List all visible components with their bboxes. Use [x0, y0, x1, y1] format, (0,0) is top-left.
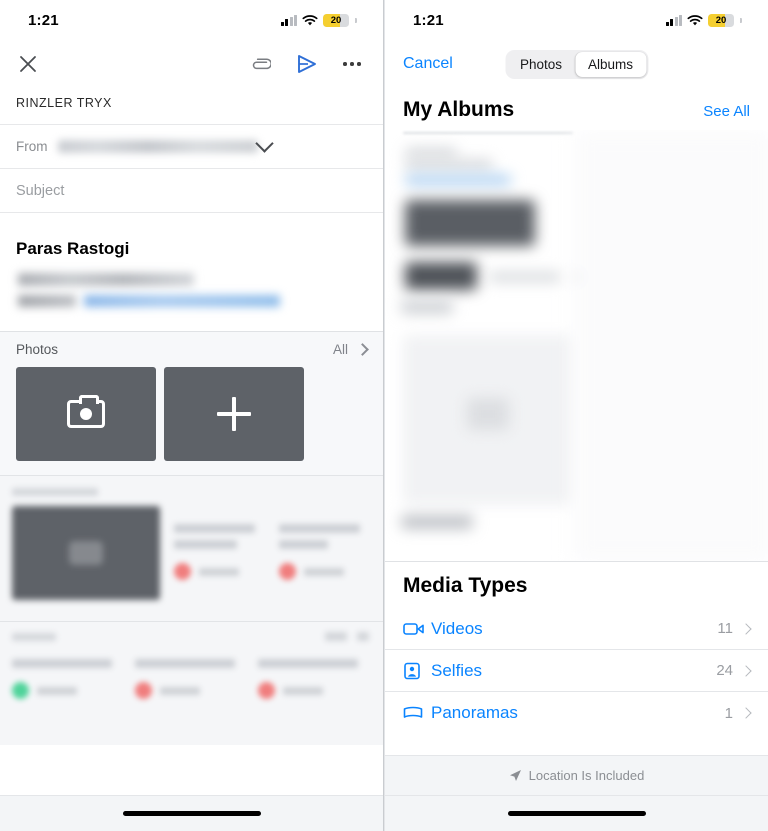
cancel-button[interactable]: Cancel [403, 55, 453, 73]
photos-strip-header: Photos All [16, 342, 369, 357]
media-row-videos[interactable]: Videos 11 [385, 608, 768, 650]
dual-screenshot-container: 1:21 20 RINZLER TRYX From Subject Paras … [0, 0, 768, 831]
media-label-panoramas: Panoramas [431, 703, 518, 722]
chevron-right-icon [356, 343, 369, 356]
more-options-icon[interactable] [343, 62, 361, 66]
media-row-panoramas[interactable]: Panoramas 1 [385, 692, 768, 734]
media-count-selfies: 24 [716, 662, 733, 679]
video-camera-icon [403, 621, 431, 637]
status-bar-right: 1:21 20 [385, 0, 768, 40]
tab-albums[interactable]: Albums [575, 51, 647, 77]
cellular-signal-icon [665, 14, 682, 26]
my-albums-header: My Albums See All [385, 88, 768, 130]
redacted-content-section-2 [0, 621, 383, 745]
signature-details-redacted [16, 273, 367, 321]
panorama-icon [403, 706, 431, 720]
photo-picker-panel: 1:21 20 Cancel Photos Albums My Albums S… [384, 0, 768, 831]
camera-tile[interactable] [16, 367, 156, 461]
account-row[interactable]: RINZLER TRYX [0, 88, 383, 125]
camera-icon [67, 395, 105, 428]
status-indicators: 20 [280, 13, 357, 27]
media-count-videos: 11 [717, 620, 733, 637]
media-types-title: Media Types [403, 574, 528, 597]
subject-input[interactable]: Subject [16, 183, 64, 199]
compose-body[interactable]: Paras Rastogi [0, 213, 383, 331]
wifi-icon [302, 14, 318, 26]
plus-icon [217, 397, 251, 431]
close-icon[interactable] [18, 54, 38, 74]
battery-tip [355, 17, 357, 23]
page-title: My Albums [403, 98, 515, 121]
home-indicator[interactable] [507, 811, 646, 816]
signature-name: Paras Rastogi [16, 239, 130, 258]
see-all-button[interactable]: See All [703, 103, 750, 120]
chevron-down-icon[interactable] [254, 134, 274, 153]
photos-all-label: All [332, 342, 348, 357]
photos-strip-title: Photos [16, 342, 59, 357]
paperclip-icon[interactable] [249, 54, 272, 74]
media-row-selfies[interactable]: Selfies 24 [385, 650, 768, 692]
status-bar-left: 1:21 20 [0, 0, 383, 40]
status-indicators-right: 20 [665, 13, 742, 27]
cellular-signal-icon [280, 14, 297, 26]
media-label-selfies: Selfies [431, 660, 483, 680]
photos-albums-segmented-control[interactable]: Photos Albums [504, 49, 649, 79]
home-indicator-area-left [0, 795, 383, 831]
redacted-content-section-1 [0, 475, 383, 621]
media-count-panoramas: 1 [724, 704, 733, 722]
battery-level: 20 [330, 14, 342, 26]
from-value-redacted [57, 140, 258, 153]
wifi-icon [687, 14, 703, 26]
battery-tip [740, 17, 742, 23]
location-arrow-icon [509, 770, 521, 781]
mail-compose-panel: 1:21 20 RINZLER TRYX From Subject Paras … [0, 0, 384, 831]
add-photo-tile[interactable] [164, 367, 304, 461]
status-time-right: 1:21 [413, 11, 444, 29]
media-types-section: Media Types Videos 11 Selfies 24 Panoram… [385, 562, 768, 734]
location-notice-text: Location Is Included [528, 768, 645, 783]
account-label: RINZLER TRYX [16, 96, 112, 110]
photo-tiles [16, 367, 367, 461]
location-notice-bar: Location Is Included [385, 755, 768, 795]
albums-grid-redacted[interactable] [385, 130, 768, 562]
from-field-row[interactable]: From [0, 125, 383, 169]
battery-icon: 20 [708, 13, 734, 27]
send-icon[interactable] [295, 53, 319, 75]
home-indicator[interactable] [122, 811, 261, 816]
photos-attachment-strip: Photos All [0, 331, 383, 475]
battery-level-right: 20 [715, 14, 727, 26]
photos-all-button[interactable]: All [332, 342, 369, 357]
from-label: From [16, 139, 48, 154]
home-indicator-area-right [385, 795, 768, 831]
tab-photos[interactable]: Photos [507, 52, 575, 77]
subject-field-row[interactable]: Subject [0, 169, 383, 213]
picker-navigation-bar: Cancel Photos Albums [385, 40, 768, 88]
battery-icon: 20 [323, 13, 349, 27]
status-time: 1:21 [28, 11, 59, 29]
media-label-videos: Videos [431, 618, 483, 638]
chevron-right-icon [740, 664, 752, 677]
selfie-person-icon [403, 662, 431, 680]
chevron-right-icon [740, 707, 752, 719]
chevron-right-icon [740, 622, 752, 635]
compose-toolbar [0, 40, 383, 88]
